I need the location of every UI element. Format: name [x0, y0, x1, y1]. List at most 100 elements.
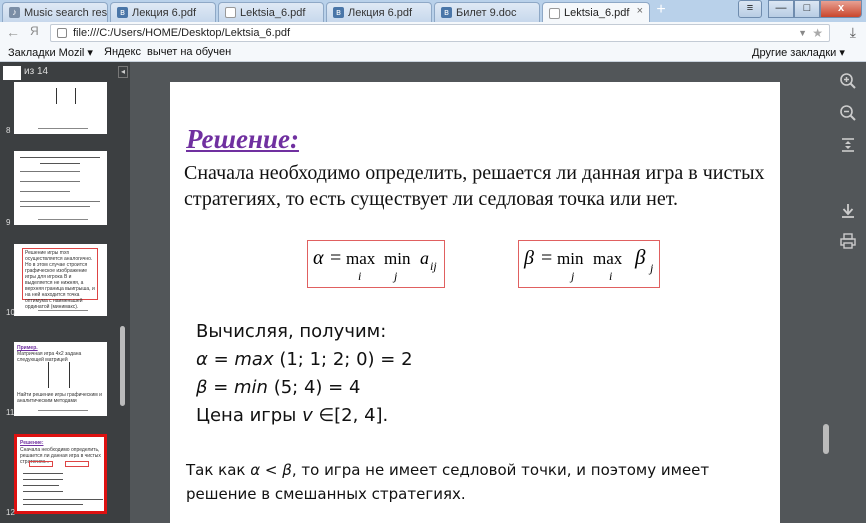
- thumbnail-number: 10: [6, 308, 15, 317]
- thumbnail-text: Найти решение игры графическим и аналити…: [17, 392, 102, 404]
- bookmark-yandex[interactable]: Яндекс: [104, 46, 141, 58]
- text-line: [23, 473, 63, 474]
- bookmarks-folder[interactable]: Закладки Mozil ▾: [8, 46, 93, 59]
- bookmark-tax-deduction[interactable]: вычет на обучен: [147, 46, 231, 58]
- formula-box: [65, 461, 89, 467]
- pdf-icon: [225, 7, 236, 18]
- thumbnail-sidebar: из 14 ◂ 8 9 Решение игры mxn осуществляе…: [0, 62, 130, 523]
- vk-icon: в: [117, 7, 128, 18]
- thumbnail-number: 12: [6, 508, 15, 517]
- minimize-button[interactable]: —: [768, 0, 794, 18]
- operator-max: max: [346, 249, 376, 268]
- star-icon[interactable]: ★: [812, 25, 823, 41]
- sidebar-scrollbar[interactable]: [120, 326, 125, 406]
- thumbnail-number: 11: [6, 408, 15, 417]
- pdf-page: Решение: Сначала необходимо определить, …: [170, 82, 780, 523]
- tab-label: Music search resu: [24, 6, 108, 19]
- collapse-sidebar-icon[interactable]: ◂: [118, 66, 128, 78]
- navigation-bar: ← Я file:///C:/Users/HOME/Desktop/Lektsi…: [0, 22, 866, 44]
- pdf-viewer: из 14 ◂ 8 9 Решение игры mxn осуществляе…: [0, 62, 866, 523]
- formula-line: [20, 181, 80, 182]
- dropdown-icon[interactable]: ▼: [798, 25, 807, 41]
- formula-beta-box: β = min j max i β j: [518, 240, 660, 288]
- yandex-icon[interactable]: Я: [30, 24, 39, 38]
- thumbnail-page-8[interactable]: [14, 82, 107, 134]
- document-area: Решение: Сначала необходимо определить, …: [130, 62, 830, 523]
- footer-line: [38, 219, 88, 220]
- fit-page-icon[interactable]: [838, 136, 858, 156]
- tab-lektsia-6-pdf-active[interactable]: Lektsia_6.pdf ×: [542, 2, 650, 23]
- thumbnail-page-12-selected[interactable]: Решение: Сначала необходимо определить, …: [14, 434, 107, 514]
- operator-min: min: [557, 249, 584, 268]
- equals-sign: =: [330, 247, 342, 269]
- tab-lecture-6-vk-2[interactable]: в Лекция 6.pdf: [326, 2, 432, 22]
- tab-lecture-6-vk[interactable]: в Лекция 6.pdf: [110, 2, 216, 22]
- tab-label: Lektsia_6.pdf: [240, 6, 306, 19]
- document-scrollbar[interactable]: [823, 424, 829, 454]
- tab-label: Лекция 6.pdf: [348, 6, 413, 19]
- thumbnail-page-11[interactable]: Пример. Матричная игра 4x2 задана следую…: [14, 342, 107, 416]
- footer-line: [38, 128, 88, 129]
- formula-line: [20, 191, 70, 192]
- text-box: Решение игры mxn осуществляется аналогич…: [22, 248, 98, 310]
- calc-intro: Вычисляя, получим:: [196, 321, 387, 342]
- tab-label: Лекция 6.pdf: [132, 6, 197, 19]
- index-j: j: [650, 261, 654, 275]
- download-icon[interactable]: ⤓: [850, 24, 856, 41]
- tab-lektsia-6-pdf[interactable]: Lektsia_6.pdf: [218, 2, 324, 22]
- address-bar[interactable]: file:///C:/Users/HOME/Desktop/Lektsia_6.…: [50, 24, 830, 42]
- conclusion-paragraph: Так как α < β, то игра не имеет седловой…: [186, 461, 710, 503]
- maximize-button[interactable]: □: [794, 0, 820, 18]
- text-line: [20, 201, 100, 202]
- back-button[interactable]: ←: [6, 24, 20, 40]
- matrix-graphic: [48, 362, 70, 388]
- beta-symbol: β: [524, 247, 534, 269]
- text-line: [40, 163, 80, 164]
- formula-line: [20, 171, 80, 172]
- text-line: [20, 206, 90, 207]
- index-j: j: [394, 269, 398, 283]
- variable-beta: β: [635, 245, 646, 269]
- other-bookmarks[interactable]: Другие закладки ▾: [752, 46, 845, 59]
- index-j: j: [571, 269, 575, 283]
- footer-line: [38, 410, 88, 411]
- formula-box: [29, 461, 53, 467]
- alpha-symbol: α: [313, 247, 324, 269]
- text-line: [23, 485, 59, 486]
- viewer-toolbar: [830, 62, 866, 523]
- page-icon: [57, 28, 67, 38]
- thumbnail-page-10[interactable]: Решение игры mxn осуществляется аналогич…: [14, 244, 107, 316]
- menu-button[interactable]: ≡: [738, 0, 762, 18]
- tab-bilet-9-doc[interactable]: в Билет 9.doc: [434, 2, 540, 22]
- zoom-out-icon[interactable]: [838, 104, 858, 124]
- calc-alpha-line: α = max (1; 1; 2; 0) = 2: [196, 349, 413, 370]
- bookmarks-bar: Закладки Mozil ▾ Яндекс вычет на обучен …: [0, 44, 866, 62]
- pdf-icon: [549, 7, 560, 19]
- download-icon[interactable]: [838, 202, 858, 222]
- index-i: i: [609, 269, 613, 283]
- matrix-graphic: [56, 88, 76, 104]
- tab-label: Lektsia_6.pdf: [564, 7, 630, 19]
- zoom-in-icon[interactable]: [838, 72, 858, 92]
- vk-icon: в: [441, 7, 452, 18]
- text-line: [23, 479, 63, 480]
- text-line: [20, 157, 100, 158]
- print-icon[interactable]: [838, 232, 858, 252]
- close-tab-icon[interactable]: ×: [637, 5, 643, 17]
- equals-sign: =: [541, 247, 553, 269]
- thumbnail-heading: Решение:: [20, 440, 44, 446]
- index-i: i: [358, 269, 362, 283]
- text-line: [23, 504, 83, 505]
- page-number-input[interactable]: [3, 66, 21, 80]
- calculation-block: Вычисляя, получим: α = max (1; 1; 2; 0) …: [196, 318, 413, 430]
- close-window-button[interactable]: x: [820, 0, 862, 18]
- tab-music-search[interactable]: ♪ Music search resu: [2, 2, 108, 22]
- text-line: [23, 491, 63, 492]
- new-tab-button[interactable]: +: [651, 2, 671, 20]
- tab-label: Билет 9.doc: [456, 6, 517, 19]
- thumbnail-page-9[interactable]: [14, 151, 107, 225]
- text-line: [23, 499, 103, 500]
- variable-a: a: [420, 248, 429, 268]
- thumbnail-text: Решение игры mxn осуществляется аналогич…: [25, 250, 95, 310]
- page-count: из 14: [24, 66, 49, 77]
